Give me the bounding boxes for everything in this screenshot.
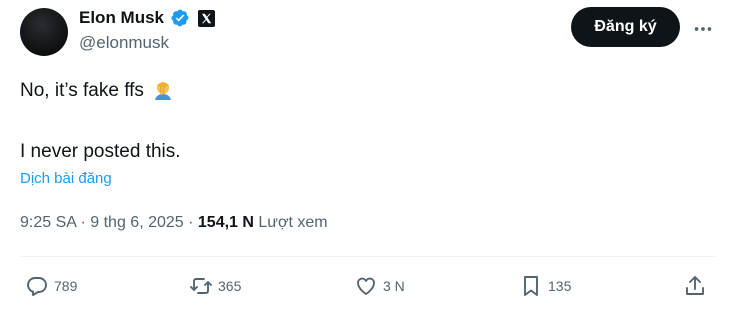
more-dots-icon (694, 27, 712, 31)
views-label: Lượt xem (253, 214, 328, 231)
reply-icon (27, 277, 47, 296)
heart-icon (357, 277, 375, 295)
bookmark-icon (524, 276, 538, 296)
repost-icon (190, 278, 212, 294)
like-count: 3 N (383, 278, 405, 294)
views-count[interactable]: 154,1 N (198, 214, 254, 231)
author-name-row: Elon Musk (79, 6, 216, 30)
person-facepalming-emoji (154, 82, 171, 100)
repost-count: 365 (218, 278, 242, 294)
repost-button[interactable]: 365 (189, 271, 241, 301)
post-text-line2: I never posted this. (20, 141, 181, 162)
meta-separator: · (183, 214, 198, 231)
reply-button[interactable]: 789 (25, 271, 77, 301)
avatar[interactable] (20, 8, 68, 56)
verified-badge-icon[interactable] (170, 8, 190, 28)
share-button[interactable] (683, 271, 707, 301)
share-icon (686, 276, 704, 295)
more-button[interactable] (688, 14, 718, 44)
bookmark-count: 135 (548, 278, 572, 294)
reply-count: 789 (54, 278, 78, 294)
post-text-line1: No, it’s fake ffs (20, 78, 174, 104)
post-date[interactable]: 9 thg 6, 2025 (90, 214, 183, 231)
author-name[interactable]: Elon Musk (79, 6, 164, 30)
bookmark-button[interactable]: 135 (519, 271, 571, 301)
post-text-line1-label: No, it’s fake ffs (20, 80, 144, 101)
author-handle[interactable]: @elonmusk (79, 32, 169, 54)
like-button[interactable]: 3 N (354, 271, 405, 301)
post-meta: 9:25 SA · 9 thg 6, 2025 · 154,1 N Lượt x… (20, 212, 328, 234)
translate-post-link[interactable]: Dịch bài đăng (20, 169, 112, 189)
meta-separator: · (76, 214, 91, 231)
x-logo-icon[interactable] (198, 9, 216, 27)
divider (20, 256, 716, 257)
post-time[interactable]: 9:25 SA (20, 214, 76, 231)
subscribe-button[interactable]: Đăng ký (571, 7, 680, 47)
